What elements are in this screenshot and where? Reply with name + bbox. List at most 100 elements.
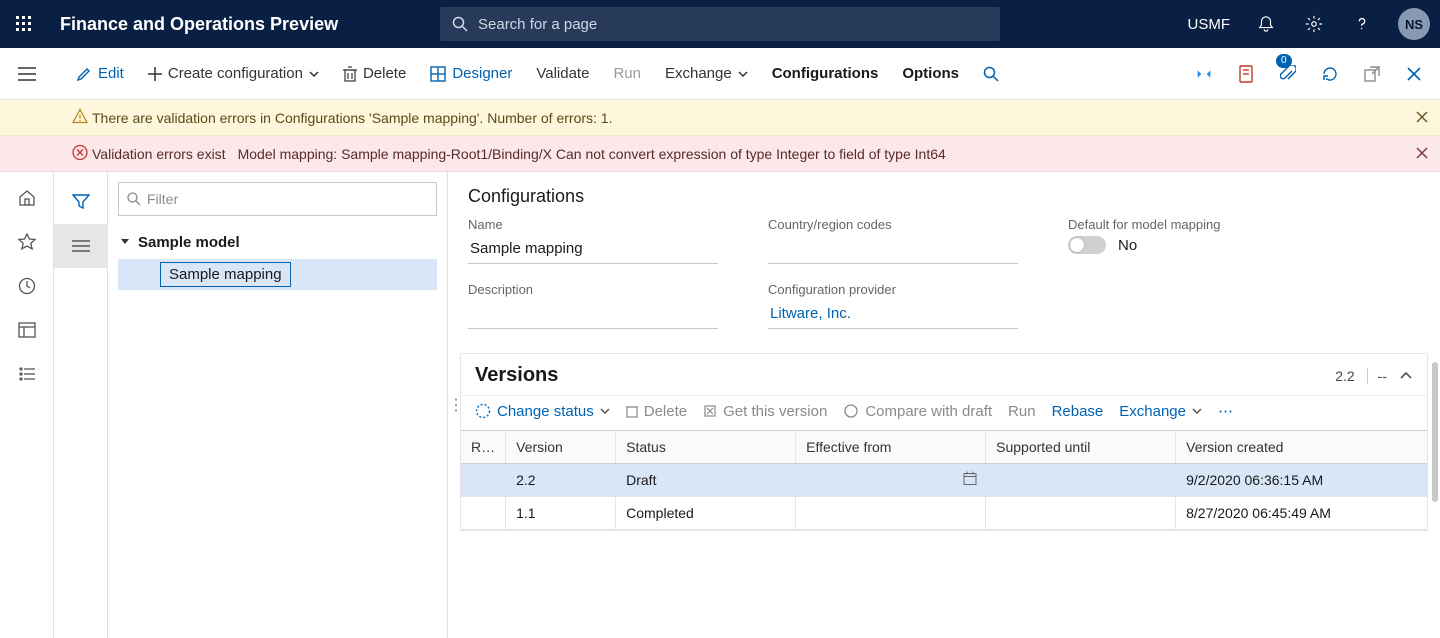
popout-button[interactable] [1354, 48, 1390, 100]
rail-home-icon[interactable] [0, 176, 54, 220]
cell-version: 2.2 [506, 464, 616, 497]
version-run-button: Run [1008, 403, 1036, 420]
description-label: Description [468, 282, 718, 297]
version-exchange-label: Exchange [1119, 403, 1186, 420]
error-detail: Model mapping: Sample mapping-Root1/Bind… [238, 146, 946, 162]
nav-toggle-icon[interactable] [0, 48, 54, 100]
versions-collapse-button[interactable] [1399, 367, 1413, 385]
tab-options[interactable]: Options [890, 48, 971, 100]
col-supported-until[interactable]: Supported until [986, 431, 1176, 464]
run-button: Run [601, 48, 653, 100]
tree-node-child[interactable]: Sample mapping [118, 259, 437, 290]
tab-configurations[interactable]: Configurations [760, 48, 891, 100]
version-delete-button: Delete [626, 403, 687, 420]
col-status[interactable]: Status [616, 431, 796, 464]
rail-modules-icon[interactable] [0, 352, 54, 396]
cell-version-created: 8/27/2020 06:45:49 AM [1176, 497, 1427, 530]
table-row[interactable]: 2.2 Draft 9/2/2020 06:36:15 AM [461, 464, 1427, 497]
help-icon[interactable] [1340, 0, 1384, 48]
details-pane: ⋮ Configurations Name Sample mapping Des… [448, 172, 1440, 638]
calendar-icon[interactable] [963, 472, 977, 489]
versions-section: Versions 2.2 -- Change status Delete [460, 353, 1428, 531]
popout-icon [1364, 66, 1380, 82]
rail-workspaces-icon[interactable] [0, 308, 54, 352]
page-search-button[interactable] [971, 48, 1011, 100]
navigation-rail [0, 172, 54, 638]
rebase-label: Rebase [1052, 403, 1104, 420]
cell-version-created: 9/2/2020 06:36:15 AM [1176, 464, 1427, 497]
trash-icon [626, 404, 638, 418]
rebase-button[interactable]: Rebase [1052, 403, 1104, 420]
scrollbar[interactable] [1432, 362, 1438, 502]
edit-label: Edit [98, 65, 124, 82]
close-warning-button[interactable] [1416, 110, 1428, 126]
app-launcher-icon[interactable] [0, 0, 48, 48]
tree-child-label: Sample mapping [160, 262, 291, 287]
create-configuration-button[interactable]: Create configuration [136, 48, 331, 100]
rail-recent-icon[interactable] [0, 264, 54, 308]
description-value[interactable] [468, 301, 718, 329]
personalize-icon[interactable] [1186, 48, 1222, 100]
list-view-strip [54, 172, 108, 638]
cell-effective-from[interactable] [796, 464, 986, 497]
notifications-icon[interactable] [1244, 0, 1288, 48]
designer-button[interactable]: Designer [418, 48, 524, 100]
close-icon [1407, 67, 1421, 81]
close-page-button[interactable] [1396, 48, 1432, 100]
name-value[interactable]: Sample mapping [468, 236, 718, 264]
tab-options-label: Options [902, 65, 959, 82]
trash-icon [343, 66, 357, 82]
search-icon [127, 192, 141, 206]
change-status-button[interactable]: Change status [475, 403, 610, 420]
col-version[interactable]: Version [506, 431, 616, 464]
delete-button[interactable]: Delete [331, 48, 418, 100]
compare-draft-button: Compare with draft [843, 403, 992, 420]
attachments-count: 0 [1276, 54, 1292, 68]
search-placeholder: Search for a page [478, 16, 597, 33]
error-icon [72, 144, 88, 163]
attachments-button[interactable]: 0 [1270, 48, 1306, 100]
refresh-button[interactable] [1312, 48, 1348, 100]
col-effective-from[interactable]: Effective from [796, 431, 986, 464]
chevron-down-icon [738, 71, 748, 77]
tree-node-root[interactable]: Sample model [118, 230, 437, 255]
exchange-button[interactable]: Exchange [653, 48, 760, 100]
table-row[interactable]: 1.1 Completed 8/27/2020 06:45:49 AM [461, 497, 1427, 530]
provider-value[interactable]: Litware, Inc. [768, 301, 1018, 329]
filter-view-icon[interactable] [54, 180, 108, 224]
get-version-label: Get this version [723, 403, 827, 420]
chevron-down-icon [600, 408, 610, 414]
edit-button[interactable]: Edit [64, 48, 136, 100]
warning-text: There are validation errors in Configura… [92, 110, 612, 126]
close-error-button[interactable] [1416, 146, 1428, 162]
col-r[interactable]: R… [461, 431, 506, 464]
versions-grid: R… Version Status Effective from Support… [461, 430, 1427, 530]
tree-filter-input[interactable]: Filter [118, 182, 437, 216]
default-mapping-toggle[interactable] [1068, 236, 1106, 254]
global-search-input[interactable]: Search for a page [440, 7, 1000, 41]
caret-down-icon [120, 234, 130, 251]
rail-favorites-icon[interactable] [0, 220, 54, 264]
user-avatar[interactable]: NS [1398, 8, 1430, 40]
pencil-icon [76, 66, 92, 82]
list-view-icon[interactable] [54, 224, 108, 268]
tab-configurations-label: Configurations [772, 65, 879, 82]
settings-icon[interactable] [1292, 0, 1336, 48]
version-exchange-button[interactable]: Exchange [1119, 403, 1202, 420]
details-header: Configurations [448, 172, 1440, 207]
col-version-created[interactable]: Version created [1176, 431, 1427, 464]
country-codes-value[interactable] [768, 236, 1018, 264]
office-icon[interactable] [1228, 48, 1264, 100]
legal-entity[interactable]: USMF [1178, 0, 1241, 48]
cycle-icon [475, 403, 491, 419]
designer-label: Designer [452, 65, 512, 82]
tree-root-label: Sample model [138, 234, 240, 251]
run-label: Run [613, 65, 641, 82]
default-mapping-value: No [1118, 237, 1137, 254]
validate-button[interactable]: Validate [524, 48, 601, 100]
compare-icon [843, 404, 859, 418]
default-mapping-label: Default for model mapping [1068, 217, 1318, 232]
designer-icon [430, 66, 446, 82]
cell-status: Completed [616, 497, 796, 530]
more-button[interactable]: ⋯ [1218, 402, 1233, 420]
